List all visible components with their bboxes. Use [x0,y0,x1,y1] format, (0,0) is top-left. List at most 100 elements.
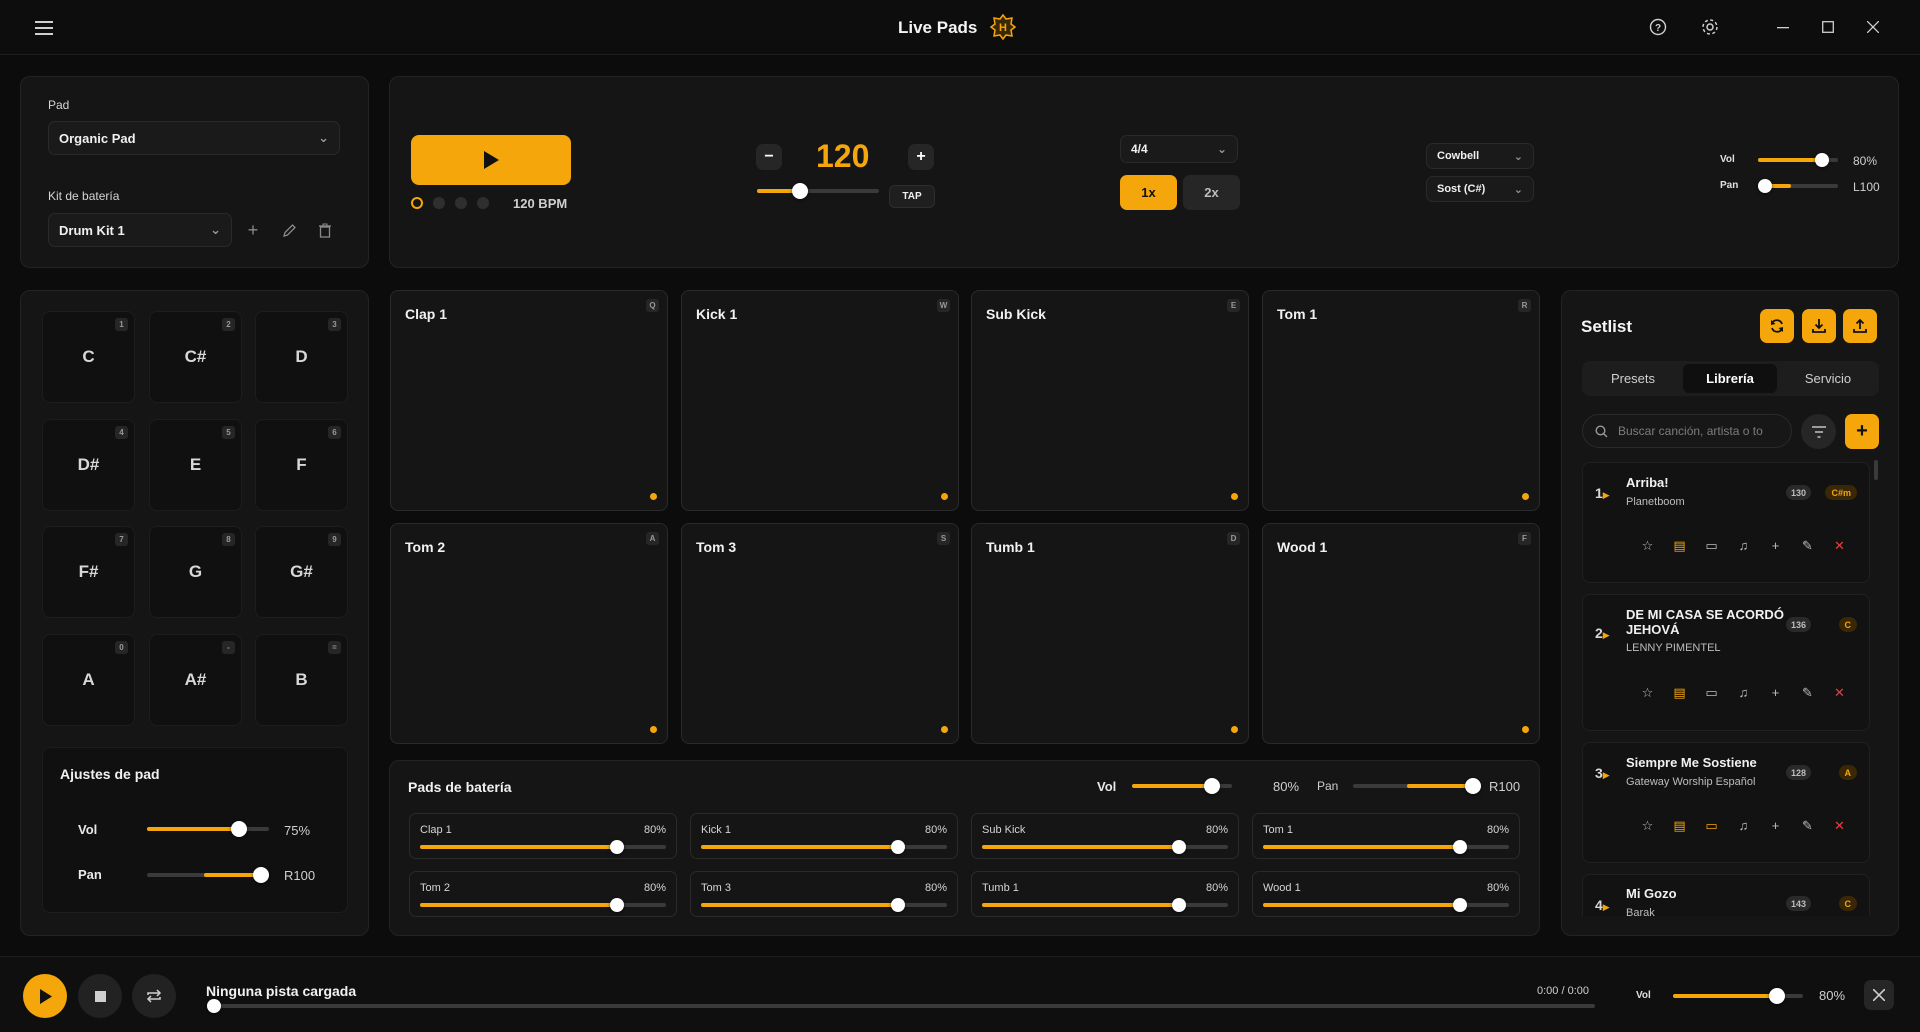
player-vol-handle[interactable] [1769,988,1785,1004]
drum-channel-handle[interactable] [609,898,624,912]
drum-pad[interactable]: Tumb 1 D [971,523,1249,744]
sheet-icon[interactable]: ▤ [1670,683,1689,702]
star-icon[interactable]: ☆ [1638,536,1657,555]
help-icon[interactable]: ? [1647,16,1669,38]
pad-pan-handle[interactable] [253,867,269,883]
key-button[interactable]: A0 [42,634,135,726]
delete-kit-icon[interactable] [315,220,335,240]
key-button[interactable]: G8 [149,526,242,618]
kit-select[interactable]: Drum Kit 1 ⌄ [48,213,232,247]
drum-channel-handle[interactable] [890,840,905,854]
song-list-scrollbar[interactable] [1874,460,1878,480]
headphones-icon[interactable]: ♫ [1734,683,1753,702]
drum-pad[interactable]: Tom 3 S [681,523,959,744]
drum-channel-handle[interactable] [1171,898,1186,912]
drum-pad[interactable]: Wood 1 F [1262,523,1540,744]
filter-button[interactable] [1801,414,1836,449]
drum-channel-slider[interactable] [1263,898,1509,912]
drum-pad[interactable]: Sub Kick E [971,290,1249,511]
tab-servicio[interactable]: Servicio [1781,364,1875,393]
key-button[interactable]: C# 2 [149,311,242,403]
tempo-slider[interactable] [757,183,879,199]
bpm-decrease-button[interactable]: − [756,144,782,170]
tap-button[interactable]: TAP [889,185,935,208]
edit-icon[interactable]: ✎ [1798,536,1817,555]
pad-vol-slider[interactable] [147,821,269,837]
drum-pad[interactable]: Tom 2 A [390,523,668,744]
tempo-slider-handle[interactable] [791,183,808,199]
player-stop-button[interactable] [78,974,122,1018]
song-item[interactable]: 3▶ Siempre Me Sostiene Gateway Worship Esp… [1582,742,1870,863]
master-pan-slider[interactable] [1758,179,1838,193]
song-item[interactable]: 4▶ Mi Gozo Barak 143 C [1582,874,1870,916]
drum-pad[interactable]: Clap 1 Q [390,290,668,511]
remove-icon[interactable]: ✕ [1830,683,1849,702]
speed-1x-button[interactable]: 1x [1120,175,1177,210]
key-button[interactable]: C1 [42,311,135,403]
drum-channel-slider[interactable] [420,840,666,854]
key-button[interactable]: G# 9 [255,526,348,618]
master-vol-handle[interactable] [1815,153,1829,167]
drum-channel-slider[interactable] [982,898,1228,912]
add-icon[interactable]: + [1766,683,1785,702]
player-progress-handle[interactable] [207,999,221,1013]
play-button[interactable] [411,135,571,185]
tab-libreria[interactable]: Librería [1683,364,1777,393]
song-item[interactable]: 2▶ DE MI CASA SE ACORDÓ JEHOVÁ LENNY PIMEN… [1582,594,1870,731]
key-button[interactable]: E5 [149,419,242,511]
drum-channel-slider[interactable] [982,840,1228,854]
drum-mixer-vol-slider[interactable] [1132,778,1232,794]
headphones-icon[interactable]: ♫ [1734,816,1753,835]
edit-icon[interactable]: ✎ [1798,683,1817,702]
master-pan-handle[interactable] [1758,179,1772,193]
pad-vol-handle[interactable] [230,821,247,837]
time-signature-select[interactable]: 4/4 ⌄ [1120,135,1238,163]
key-button[interactable]: F6 [255,419,348,511]
player-progress-slider[interactable] [207,999,1595,1013]
minimize-icon[interactable] [1772,16,1794,38]
remove-icon[interactable]: ✕ [1830,536,1849,555]
drum-channel-slider[interactable] [1263,840,1509,854]
sustain-select[interactable]: Sost (C#) ⌄ [1426,176,1534,202]
drum-mixer-pan-handle[interactable] [1465,778,1481,794]
player-loop-button[interactable] [132,974,176,1018]
drum-channel-slider[interactable] [701,898,947,912]
drum-pad[interactable]: Kick 1 W [681,290,959,511]
key-button[interactable]: A# - [149,634,242,726]
player-close-button[interactable] [1864,980,1894,1010]
keyboard-icon[interactable]: ▭ [1702,816,1721,835]
metronome-sound-select[interactable]: Cowbell ⌄ [1426,143,1534,169]
add-kit-icon[interactable]: + [243,220,263,240]
drum-channel-slider[interactable] [420,898,666,912]
song-item[interactable]: 1▶ Arriba! Planetboom 130 C#m ☆ ▤ ▭ ♫ + ✎ ✕ [1582,462,1870,583]
download-button[interactable] [1802,309,1836,343]
player-play-button[interactable] [23,974,67,1018]
gear-icon[interactable] [1699,16,1721,38]
sheet-icon[interactable]: ▤ [1670,536,1689,555]
pad-pan-slider[interactable] [147,867,269,883]
remove-icon[interactable]: ✕ [1830,816,1849,835]
key-button[interactable]: F# 7 [42,526,135,618]
drum-pad[interactable]: Tom 1 R [1262,290,1540,511]
drum-channel-handle[interactable] [890,898,905,912]
sync-button[interactable] [1760,309,1794,343]
add-icon[interactable]: + [1766,816,1785,835]
headphones-icon[interactable]: ♫ [1734,536,1753,555]
menu-icon[interactable] [32,16,56,40]
search-input[interactable]: Buscar canción, artista o to [1582,414,1792,448]
drum-channel-handle[interactable] [1452,840,1467,854]
drum-channel-handle[interactable] [1171,840,1186,854]
speed-2x-button[interactable]: 2x [1183,175,1240,210]
drum-channel-slider[interactable] [701,840,947,854]
drum-mixer-pan-slider[interactable] [1353,778,1481,794]
add-icon[interactable]: + [1766,536,1785,555]
close-icon[interactable] [1862,16,1884,38]
add-song-button[interactable]: + [1845,414,1879,449]
maximize-icon[interactable] [1817,16,1839,38]
star-icon[interactable]: ☆ [1638,816,1657,835]
keyboard-icon[interactable]: ▭ [1702,536,1721,555]
key-button[interactable]: D3 [255,311,348,403]
player-vol-slider[interactable] [1673,988,1803,1004]
pad-select[interactable]: Organic Pad ⌄ [48,121,340,155]
star-icon[interactable]: ☆ [1638,683,1657,702]
